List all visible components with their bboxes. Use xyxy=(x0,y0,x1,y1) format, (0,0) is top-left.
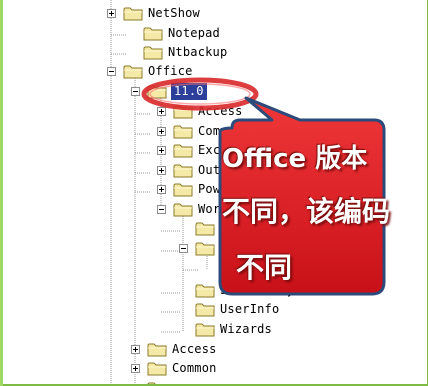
expand-plus-icon[interactable] xyxy=(157,127,166,136)
callout-line-1: Office 版本 xyxy=(222,144,368,174)
folder-icon xyxy=(123,7,143,21)
folder-icon xyxy=(195,222,215,236)
expand-plus-icon[interactable] xyxy=(157,166,166,175)
folder-icon xyxy=(173,183,193,197)
tree-item[interactable]: Access xyxy=(157,102,244,121)
folder-icon xyxy=(143,27,163,41)
tree-item[interactable]: UserInfo xyxy=(179,300,280,319)
folder-icon xyxy=(195,323,215,337)
folder-icon xyxy=(147,382,156,384)
tree-item-label: UserInfo xyxy=(220,302,280,316)
collapse-minus-icon[interactable] xyxy=(179,244,188,253)
tree-item[interactable]: NetShow xyxy=(107,4,201,23)
expand-plus-icon[interactable] xyxy=(157,185,166,194)
tree-item-label: Access xyxy=(172,342,217,356)
collapse-minus-icon[interactable] xyxy=(107,67,116,76)
folder-icon xyxy=(143,46,163,60)
folder-icon xyxy=(173,105,193,119)
tree-item-label: Wizards xyxy=(220,322,272,336)
expand-plus-icon[interactable] xyxy=(131,364,140,373)
folder-icon xyxy=(195,284,215,298)
folder-icon xyxy=(173,125,193,139)
folder-icon xyxy=(173,144,193,158)
folder-icon xyxy=(147,343,167,357)
tree-item-label: Ntbackup xyxy=(168,45,228,59)
tree-item[interactable]: Office xyxy=(107,62,194,81)
callout-line-3: 不同 xyxy=(236,251,293,284)
tree-item[interactable]: Word xyxy=(157,200,229,219)
tree-item-label: Access xyxy=(198,104,243,118)
tree-item[interactable]: Notepad xyxy=(127,24,221,43)
expand-plus-icon[interactable] xyxy=(131,345,140,354)
collapse-minus-icon[interactable] xyxy=(157,205,166,214)
tree-item[interactable]: Common xyxy=(131,359,218,378)
tree-item[interactable]: Wizards xyxy=(179,320,273,339)
expand-plus-icon[interactable] xyxy=(157,107,166,116)
tree-item[interactable]: 11.0 xyxy=(131,82,207,101)
tree-item-label: Notepad xyxy=(168,26,220,40)
tree-item-label: Office xyxy=(148,64,193,78)
folder-icon xyxy=(195,242,215,256)
folder-icon xyxy=(173,203,193,217)
tree-item[interactable]: Access xyxy=(131,340,218,359)
folder-icon xyxy=(147,362,167,376)
tree-item-label: Common xyxy=(172,361,217,375)
folder-icon xyxy=(173,164,193,178)
folder-icon xyxy=(123,65,143,79)
folder-icon xyxy=(195,303,215,317)
tree-item[interactable]: Ntbackup xyxy=(127,43,228,62)
expand-plus-icon[interactable] xyxy=(157,146,166,155)
expand-plus-icon[interactable] xyxy=(107,9,116,18)
callout-line-2: 不同，该编码 xyxy=(222,195,391,228)
folder-icon xyxy=(147,85,167,99)
tree-item[interactable] xyxy=(179,239,221,258)
tree-item[interactable] xyxy=(179,219,221,238)
tree-item-label: NetShow xyxy=(148,6,200,20)
collapse-minus-icon[interactable] xyxy=(131,87,140,96)
tree-item[interactable] xyxy=(131,379,173,384)
tree-item-label: 11.0 xyxy=(171,83,207,100)
